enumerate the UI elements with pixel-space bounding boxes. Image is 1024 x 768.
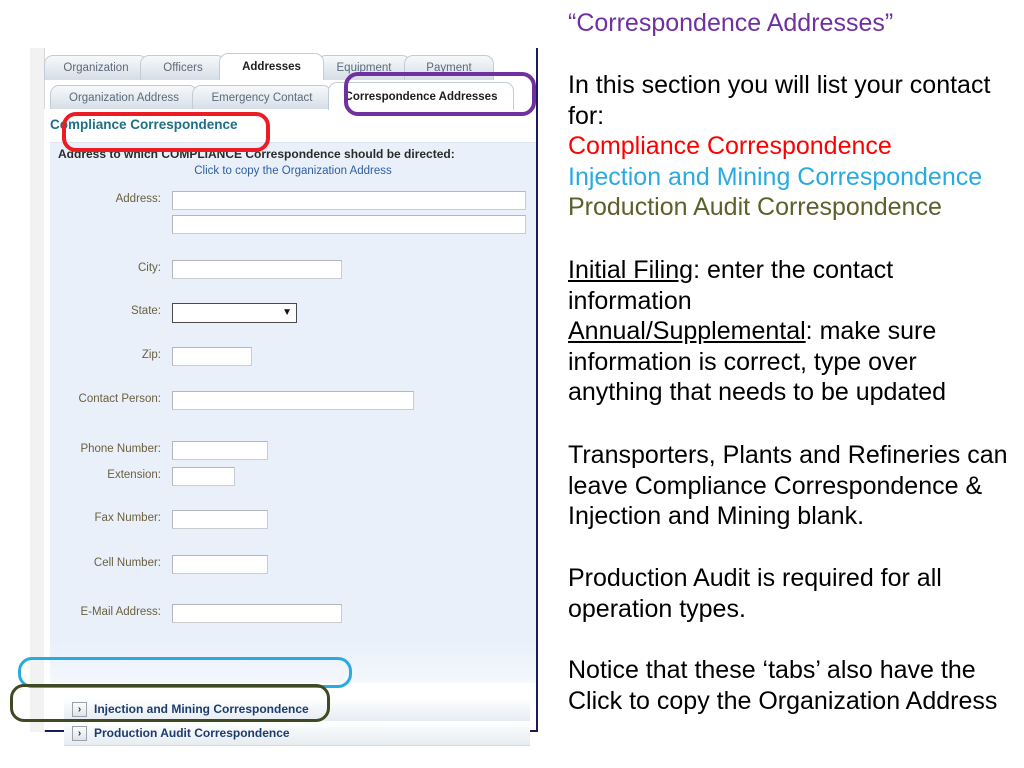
state-label: State: — [130, 305, 161, 317]
tab-officers-label: Officers — [163, 62, 203, 74]
zip-input[interactable] — [172, 347, 252, 366]
notes-intro: In this section you will list your conta… — [568, 71, 991, 130]
state-select[interactable]: ▼ — [172, 303, 297, 323]
contact-person-input[interactable] — [172, 391, 414, 410]
notes-initial-filing-label: Initial Filing — [568, 256, 694, 284]
main-tab-strip: Organization Officers Addresses Equipmen… — [44, 52, 536, 80]
subtab-emergency-contact-label: Emergency Contact — [211, 92, 313, 104]
address-label: Address: — [115, 193, 161, 205]
injection-mining-correspondence-label: Injection and Mining Correspondence — [94, 702, 309, 716]
extension-label: Extension: — [107, 469, 161, 481]
tab-payment-label: Payment — [426, 62, 472, 74]
tab-equipment[interactable]: Equipment — [317, 55, 411, 80]
tab-payment[interactable]: Payment — [404, 55, 494, 80]
notes-list-compliance: Compliance Correspondence — [568, 132, 892, 160]
notes-initial-filing: Initial Filing: enter the contact inform… — [568, 255, 1008, 316]
tab-organization[interactable]: Organization — [44, 55, 148, 80]
cell-number-input[interactable] — [172, 555, 268, 574]
phone-number-input[interactable] — [172, 441, 268, 460]
cell-number-label: Cell Number: — [93, 557, 161, 569]
application-screenshot: Organization Officers Addresses Equipmen… — [10, 48, 538, 746]
injection-mining-correspondence-section[interactable]: › Injection and Mining Correspondence — [64, 697, 530, 722]
subtab-emergency-contact[interactable]: Emergency Contact — [192, 85, 332, 110]
fax-number-label: Fax Number: — [94, 512, 161, 524]
subtab-organization-address-label: Organization Address — [69, 92, 179, 104]
zip-label: Zip: — [141, 349, 161, 361]
production-audit-correspondence-section[interactable]: › Production Audit Correspondence — [64, 721, 530, 746]
subtab-organization-address[interactable]: Organization Address — [50, 85, 198, 110]
compliance-correspondence-form: Address to which COMPLIANCE Corresponden… — [50, 142, 536, 683]
email-address-label: E-Mail Address: — [80, 606, 161, 618]
notes-para-transporters: Transporters, Plants and Refineries can … — [568, 441, 1008, 530]
email-address-input[interactable] — [172, 604, 342, 623]
tab-equipment-label: Equipment — [336, 62, 392, 74]
fax-number-input[interactable] — [172, 510, 268, 529]
phone-number-label: Phone Number: — [80, 443, 161, 455]
directed-instruction-text: Address to which COMPLIANCE Corresponden… — [58, 147, 455, 161]
form-body: Compliance Correspondence Address to whi… — [44, 109, 536, 746]
notes-annual-supplemental: Annual/Supplemental: make sure informati… — [568, 316, 1008, 408]
notes-list-production-audit: Production Audit Correspondence — [568, 193, 942, 221]
notes-list-injection-mining: Injection and Mining Correspondence — [568, 162, 983, 191]
address-line1-input[interactable] — [172, 191, 526, 210]
copy-organization-address-link[interactable]: Click to copy the Organization Address — [50, 165, 536, 177]
chevron-down-icon: ▼ — [282, 307, 292, 318]
tab-organization-label: Organization — [63, 62, 129, 74]
notes-para-production: Production Audit is required for all ope… — [568, 564, 942, 623]
tab-addresses[interactable]: Addresses — [219, 53, 324, 80]
city-input[interactable] — [172, 260, 342, 279]
notes-panel: “Correspondence Addresses” In this secti… — [568, 0, 1014, 768]
city-label: City: — [138, 262, 161, 274]
subtab-correspondence-addresses-label: Correspondence Addresses — [344, 91, 498, 103]
tab-officers[interactable]: Officers — [140, 55, 226, 80]
notes-para-notice: Notice that these ‘tabs’ also have the C… — [568, 656, 998, 715]
sub-tab-strip: Organization Address Emergency Contact C… — [44, 81, 536, 110]
notes-title: “Correspondence Addresses” — [568, 9, 894, 37]
expand-icon[interactable]: › — [72, 702, 87, 717]
contact-person-label: Contact Person: — [78, 393, 161, 405]
left-gutter-strip — [30, 48, 45, 732]
extension-input[interactable] — [172, 467, 235, 486]
tab-addresses-label: Addresses — [242, 61, 301, 73]
subtab-correspondence-addresses[interactable]: Correspondence Addresses — [328, 82, 514, 110]
notes-annual-label: Annual/Supplemental — [568, 317, 806, 345]
production-audit-correspondence-label: Production Audit Correspondence — [94, 726, 290, 740]
address-line2-input[interactable] — [172, 215, 526, 234]
expand-icon[interactable]: › — [72, 726, 87, 741]
section-title: Compliance Correspondence — [50, 117, 238, 132]
